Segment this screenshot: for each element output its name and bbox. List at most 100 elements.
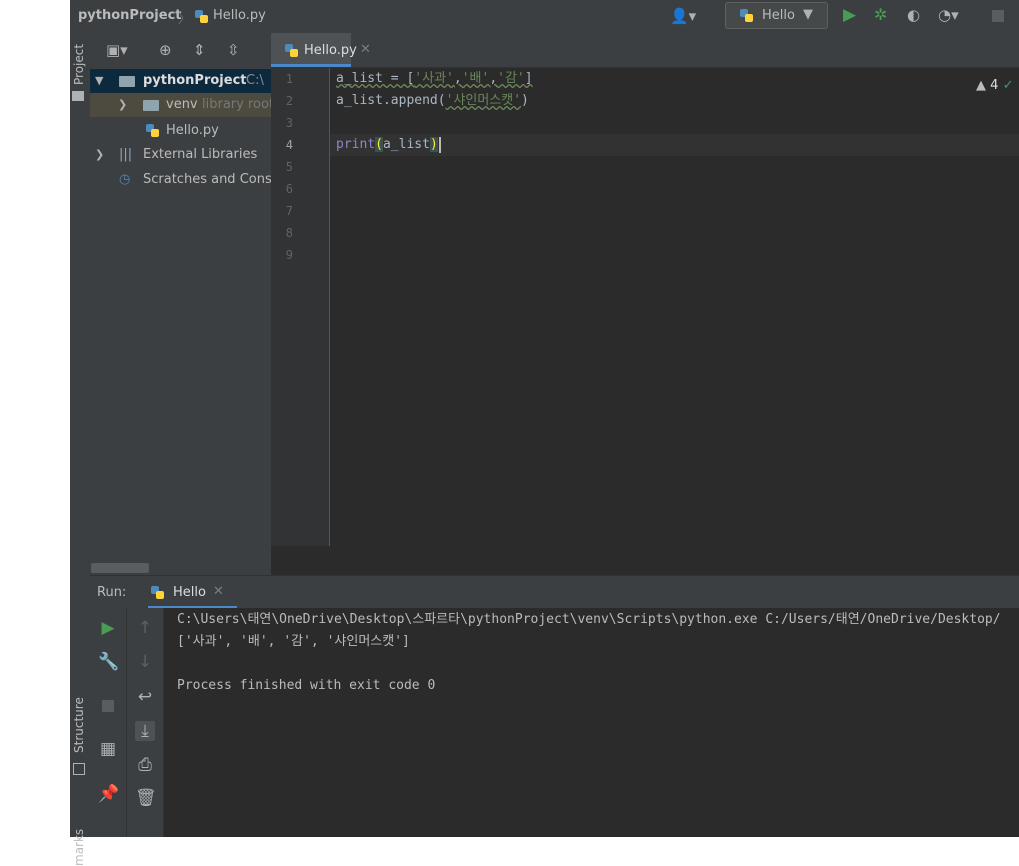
console-line: Process finished with exit code 0 — [177, 678, 436, 693]
bookmarks-tool-button[interactable]: marks — [72, 829, 86, 866]
line-number: 5 — [285, 160, 293, 174]
tree-item-label: pythonProject — [143, 73, 247, 88]
layout-icon[interactable]: ▦ — [98, 739, 118, 759]
expand-all-icon[interactable]: ⇕ — [193, 42, 206, 58]
close-icon[interactable]: ✕ — [213, 584, 224, 599]
code-builtin: print — [336, 137, 376, 152]
folder-icon — [72, 91, 84, 101]
console-line: C:\Users\태연\OneDrive\Desktop\스파르타\python… — [177, 612, 1001, 627]
run-tool-window-header: Run: Hello ✕ — [90, 575, 1019, 609]
chevron-down-icon: ▼ — [803, 7, 813, 22]
tree-item-label: Hello.py — [166, 123, 219, 138]
run-console-output[interactable]: C:\Users\태연\OneDrive\Desktop\스파르타\python… — [164, 608, 1019, 837]
horizontal-scrollbar[interactable] — [91, 563, 149, 573]
inspection-widget[interactable]: ▲ 4 ✓ — [976, 78, 1013, 93]
folder-icon — [119, 76, 135, 87]
code-token: a_list = [ — [336, 71, 415, 86]
tree-item-note: library root — [202, 97, 271, 112]
collapse-all-icon[interactable]: ⇳ — [227, 42, 240, 58]
python-config-icon — [739, 8, 754, 23]
scroll-to-end-icon[interactable]: ⤓ — [135, 721, 155, 741]
line-number: 1 — [285, 72, 293, 86]
line-number: 6 — [285, 182, 293, 196]
code-token: , — [453, 71, 462, 86]
tree-item-scratches[interactable]: ◷ Scratches and Consoles — [90, 168, 271, 192]
stop-icon[interactable] — [992, 10, 1004, 22]
python-file-icon — [284, 43, 299, 58]
python-file-icon — [150, 585, 165, 600]
print-icon[interactable]: ⎙ — [135, 755, 155, 775]
project-tool-window: ▣▾ ⊕ ⇕ ⇳ ▼ pythonProject C:\ ❯ venv libr… — [90, 33, 271, 575]
tree-item-label: External Libraries — [143, 147, 258, 162]
structure-tool-button[interactable]: Structure — [72, 697, 86, 753]
code-bracket: ( — [375, 137, 383, 152]
tab-label: Hello.py — [304, 43, 357, 58]
breadcrumb-file[interactable]: Hello.py — [213, 8, 266, 23]
line-number: 3 — [285, 116, 293, 130]
tab-run-hello[interactable]: Hello ✕ — [148, 576, 237, 609]
code-bracket: ) — [429, 137, 438, 152]
run-configuration-select[interactable]: Hello ▼ — [725, 2, 828, 29]
code-string: '사과' — [414, 71, 454, 86]
view-options-icon[interactable]: ▣▾ — [106, 42, 128, 58]
line-number: 7 — [285, 204, 293, 218]
python-file-icon — [145, 123, 160, 138]
run-label: Run: — [97, 585, 127, 600]
tree-item-external-libraries[interactable]: ❯ ||| External Libraries — [90, 143, 271, 167]
chevron-down-icon[interactable]: ▼ — [95, 69, 103, 93]
code-token: a_list — [382, 137, 430, 152]
editor-tab-bar: Hello.py ✕ — [271, 33, 1019, 68]
tree-item-pythonproject[interactable]: ▼ pythonProject C:\ — [90, 69, 271, 93]
run-icon[interactable]: ▶ — [843, 7, 856, 24]
chevron-right-icon[interactable]: ❯ — [95, 143, 104, 167]
code-editor[interactable]: a_list = ['사과','배','감'] a_list.append('샤… — [330, 68, 1019, 546]
structure-icon — [73, 763, 85, 775]
trash-icon[interactable]: 🗑 — [135, 788, 157, 808]
run-toolbar-primary: ▶ 🔧 ▦ 📌 — [90, 608, 127, 837]
up-arrow-icon[interactable]: ↑ — [135, 618, 155, 638]
console-line: ['사과', '배', '감', '샤인머스캣'] — [177, 634, 410, 649]
debug-icon[interactable]: ✲ — [874, 7, 887, 23]
profile-icon[interactable]: ◔▾ — [938, 7, 959, 23]
folder-icon — [143, 100, 159, 111]
code-line-2: a_list.append('샤인머스캣') — [336, 90, 529, 112]
warning-icon: ▲ — [976, 78, 986, 93]
locate-icon[interactable]: ⊕ — [159, 42, 172, 58]
project-tool-button[interactable]: Project — [72, 44, 86, 85]
down-arrow-icon[interactable]: ↓ — [135, 652, 155, 672]
run-toolbar-secondary: ↑ ↓ ↩ ⤓ ⎙ 🗑 — [127, 608, 164, 837]
breadcrumb-project[interactable]: pythonProject — [78, 8, 182, 23]
wrench-icon[interactable]: 🔧 — [98, 652, 119, 672]
scratches-icon: ◷ — [119, 172, 131, 187]
code-line-1: a_list = ['사과','배','감'] — [336, 68, 533, 90]
tab-hello-py[interactable]: Hello.py — [271, 33, 357, 67]
coverage-icon[interactable]: ◐ — [907, 7, 920, 23]
line-number-current: 4 — [285, 138, 293, 152]
soft-wrap-icon[interactable]: ↩ — [135, 687, 155, 707]
editor-gutter: 1 2 3 4 5 6 7 8 9 — [271, 68, 330, 546]
close-icon[interactable]: ✕ — [360, 42, 371, 57]
breadcrumb-separator-icon: 〉 — [178, 12, 192, 27]
stop-icon[interactable] — [102, 700, 114, 712]
code-token: , — [489, 71, 498, 86]
left-tool-stripe: Project Structure marks — [70, 33, 91, 866]
tree-item-label: Scratches and Consoles — [143, 172, 271, 187]
run-config-label: Hello — [762, 8, 795, 23]
navigation-bar: pythonProject 〉 Hello.py 👤▾ Hello ▼ ▶ ✲ … — [70, 0, 1019, 34]
chevron-right-icon[interactable]: ❯ — [118, 93, 127, 117]
pin-icon[interactable]: 📌 — [98, 784, 119, 804]
check-icon: ✓ — [1002, 78, 1014, 93]
libraries-icon: ||| — [119, 147, 133, 162]
tree-item-venv[interactable]: ❯ venv library root — [90, 93, 271, 117]
user-icon[interactable]: 👤▾ — [670, 8, 696, 24]
editor-empty-area — [271, 546, 1019, 575]
run-tab-label: Hello — [173, 585, 206, 600]
code-token: ] — [524, 71, 533, 86]
warning-count: 4 — [990, 78, 999, 93]
tree-item-hello-py[interactable]: Hello.py — [90, 119, 271, 143]
code-string: '샤인머스캣' — [445, 93, 522, 108]
rerun-icon[interactable]: ▶ — [98, 618, 118, 638]
line-number: 8 — [285, 226, 293, 240]
line-number: 2 — [285, 94, 293, 108]
tree-item-path: C:\ — [246, 73, 264, 88]
